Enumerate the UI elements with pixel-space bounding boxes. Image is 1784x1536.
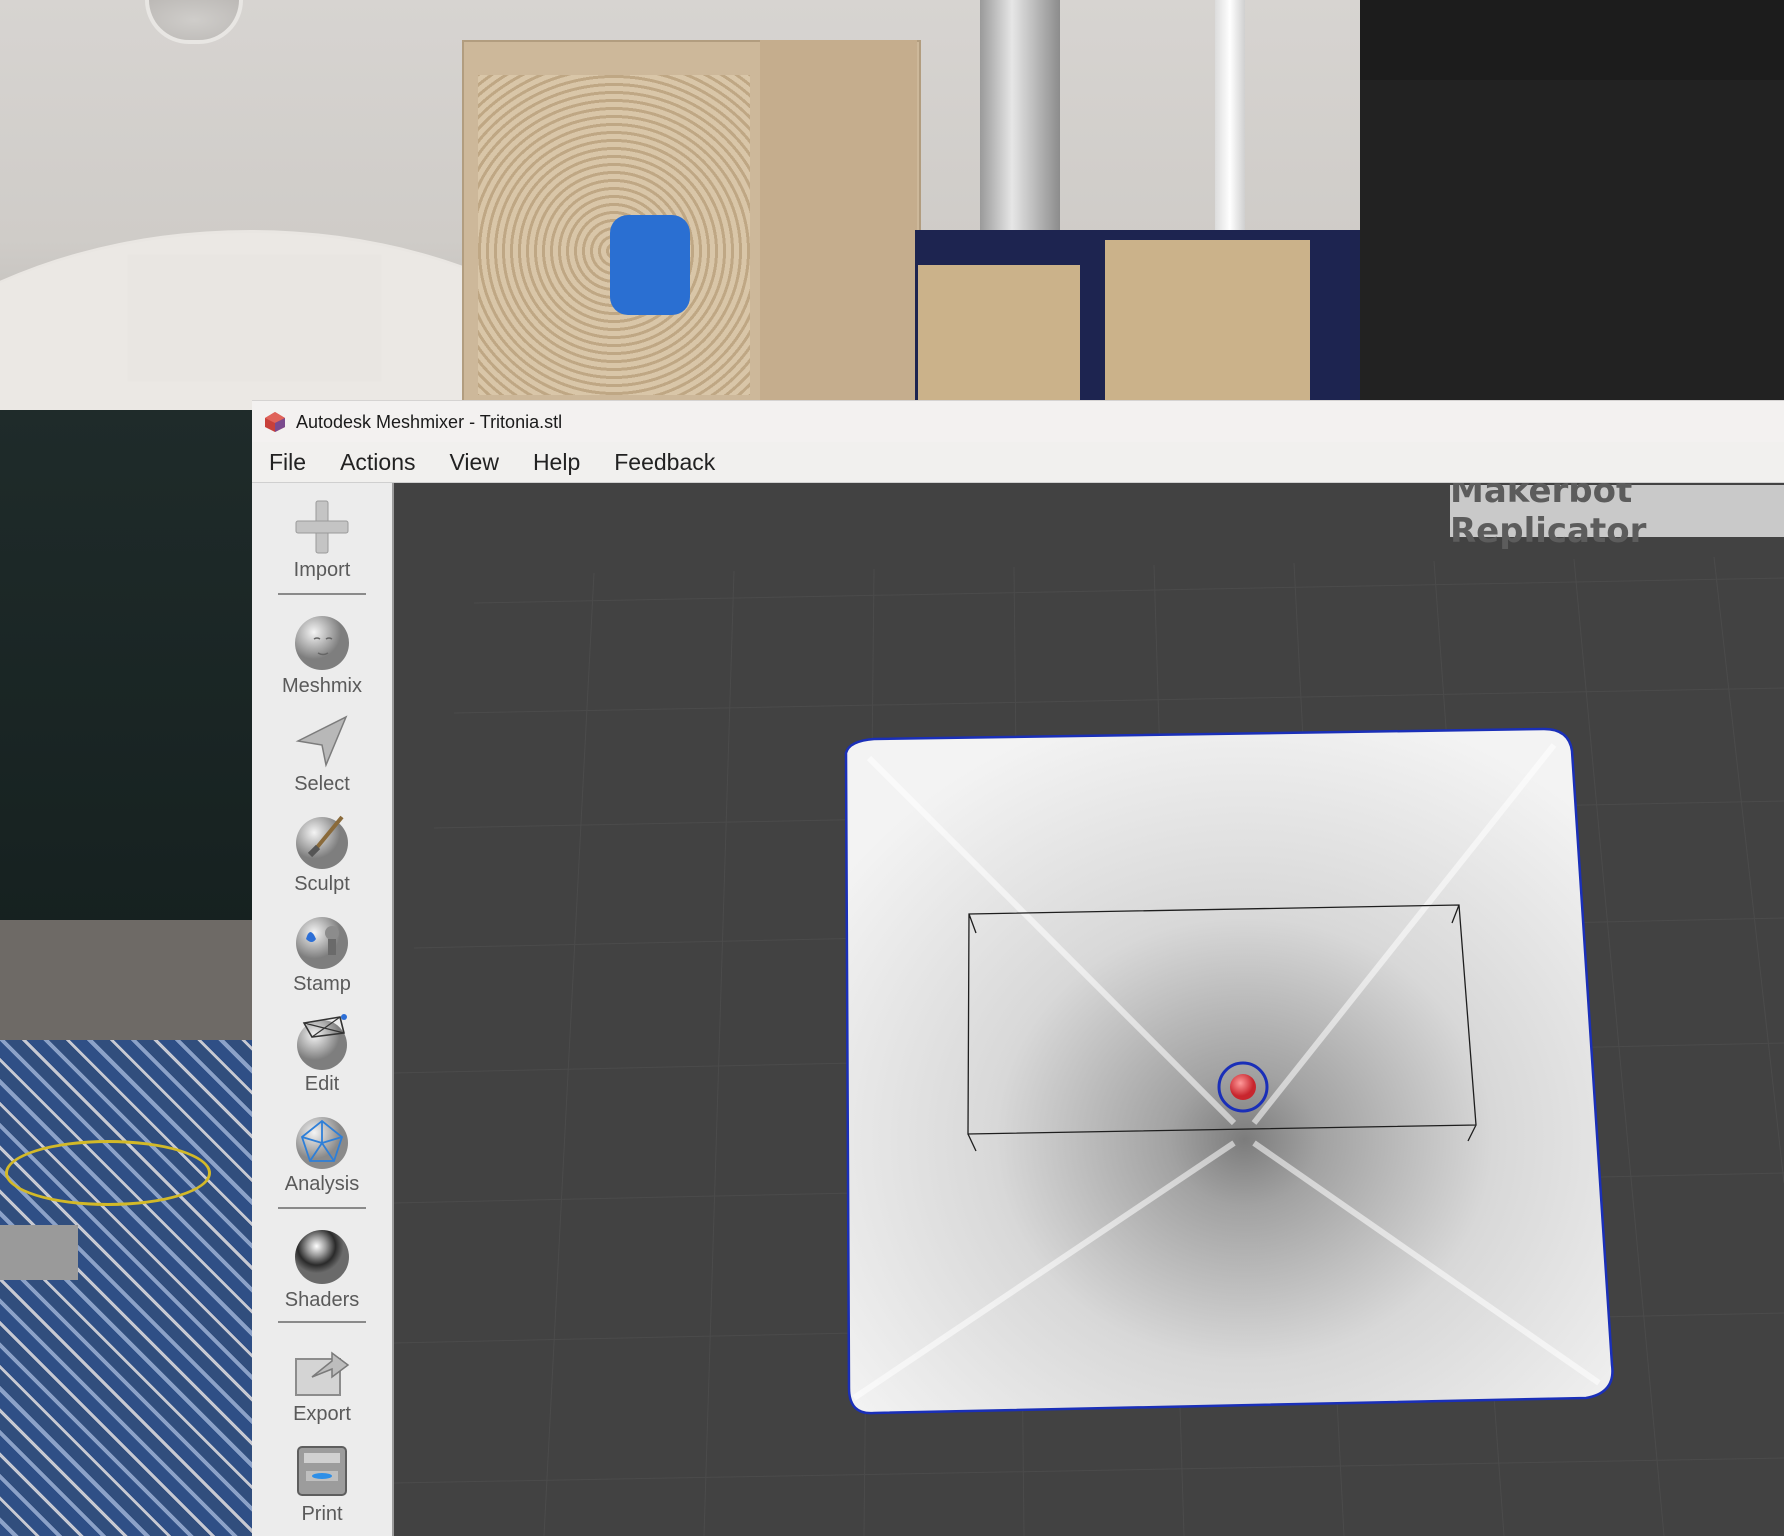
export-folder-icon (295, 1351, 350, 1396)
import-label: Import (293, 559, 351, 581)
background-floor (0, 920, 260, 1060)
menu-feedback[interactable]: Feedback (597, 449, 732, 476)
background-pipe (980, 0, 1060, 260)
meshmixer-window: Autodesk Meshmixer - Tritonia.stl File A… (252, 400, 1784, 1536)
3d-viewport[interactable]: Makerbot Replicator (394, 483, 1784, 1536)
meshmixer-logo-icon (265, 412, 285, 432)
background-cable (5, 1140, 211, 1206)
background-horn-throat (610, 215, 690, 315)
import-button[interactable]: Import (252, 497, 392, 582)
background-rug (0, 1040, 260, 1536)
menu-view[interactable]: View (433, 449, 516, 476)
sculpt-label: Sculpt (294, 873, 350, 895)
menu-help[interactable]: Help (516, 449, 597, 476)
export-label: Export (293, 1403, 351, 1425)
chrome-sphere-icon (295, 1230, 349, 1284)
stamp-sphere-icon (296, 917, 348, 969)
stamp-label: Stamp (293, 973, 351, 995)
sidebar-divider (278, 593, 366, 595)
edit-button[interactable]: Edit (252, 1011, 392, 1096)
shaders-label: Shaders (284, 1289, 360, 1311)
background-device (0, 1225, 78, 1280)
select-label: Select (294, 773, 350, 795)
analysis-label: Analysis (284, 1173, 360, 1195)
tool-sidebar: Import Meshmix Select Sculpt Stamp Edit … (252, 483, 394, 1536)
sidebar-divider (278, 1207, 366, 1209)
export-button[interactable]: Export (252, 1341, 392, 1426)
printer-icon (297, 1446, 347, 1496)
meshmix-label: Meshmix (281, 675, 362, 697)
background-dark-panel (1360, 0, 1784, 400)
background-pipe-2 (1215, 0, 1245, 230)
mesh-sphere-icon (296, 1117, 348, 1169)
title-bar[interactable]: Autodesk Meshmixer - Tritonia.stl (252, 400, 1784, 443)
menu-bar: File Actions View Help Feedback (252, 442, 1784, 483)
scene-canvas[interactable] (394, 483, 1784, 1536)
plus-icon (295, 500, 349, 554)
background-panel (918, 265, 1080, 400)
edit-label: Edit (304, 1073, 340, 1095)
menu-actions[interactable]: Actions (323, 449, 432, 476)
menu-file[interactable]: File (252, 449, 323, 476)
pivot-handle[interactable] (1230, 1074, 1256, 1100)
sculpt-button[interactable]: Sculpt (252, 811, 392, 896)
sidebar-divider (278, 1321, 366, 1323)
face-sphere-icon (295, 616, 349, 670)
background-dark-bar (1360, 0, 1784, 80)
shaders-button[interactable]: Shaders (252, 1227, 392, 1312)
meshmix-button[interactable]: Meshmix (252, 613, 392, 698)
background-panel (1105, 240, 1310, 400)
analysis-button[interactable]: Analysis (252, 1111, 392, 1196)
print-button[interactable]: Print (252, 1441, 392, 1526)
select-button[interactable]: Select (252, 711, 392, 796)
background-cabinet (0, 410, 260, 930)
print-label: Print (301, 1503, 343, 1525)
printer-label[interactable]: Makerbot Replicator (1450, 483, 1784, 551)
wireframe-sphere-icon (297, 1014, 347, 1070)
stamp-button[interactable]: Stamp (252, 911, 392, 996)
background-speaker-side (760, 40, 917, 400)
window-title: Autodesk Meshmixer - Tritonia.stl (296, 411, 563, 432)
brush-sphere-icon (296, 815, 348, 869)
arrow-cursor-icon (295, 715, 348, 768)
